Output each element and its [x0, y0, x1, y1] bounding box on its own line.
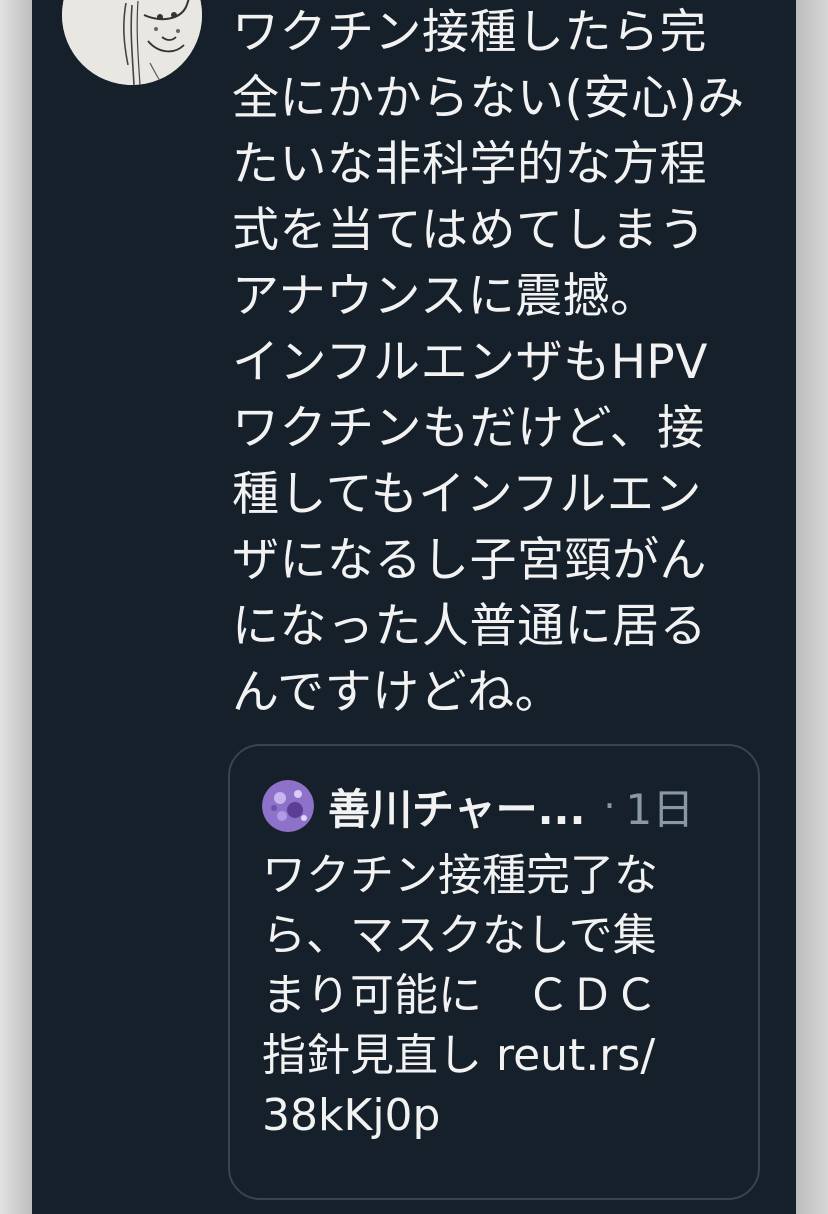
user-avatar-sketch-icon [62, 0, 202, 85]
quoted-timestamp[interactable]: 1日 [626, 776, 695, 837]
quoted-user-avatar-icon [262, 780, 314, 832]
left-bezel [0, 0, 32, 1214]
quoted-user-avatar[interactable] [262, 780, 314, 832]
right-bezel [796, 0, 828, 1214]
quoted-tweet-card[interactable]: 善川チャー... · 1日 ワクチン接種完了な ら、マスクなしで集 まり可能に … [228, 744, 760, 1200]
user-avatar[interactable] [62, 0, 202, 85]
tweet-text: ワクチン接種したら完 全にかからない(安心)み たいな非科学的な方程 式を当ては… [232, 5, 745, 720]
timeline-screen: ワクチン接種したら完 全にかからない(安心)み たいな非科学的な方程 式を当ては… [32, 0, 796, 1214]
quoted-separator-dot: · [603, 784, 616, 828]
quoted-user-name[interactable]: 善川チャー... [328, 776, 585, 837]
quoted-tweet-text: ワクチン接種完了な ら、マスクなしで集 まり可能に ＣＤＣ 指針見直し reut… [262, 850, 658, 1141]
quoted-tweet-header: 善川チャー... · 1日 [262, 776, 694, 836]
